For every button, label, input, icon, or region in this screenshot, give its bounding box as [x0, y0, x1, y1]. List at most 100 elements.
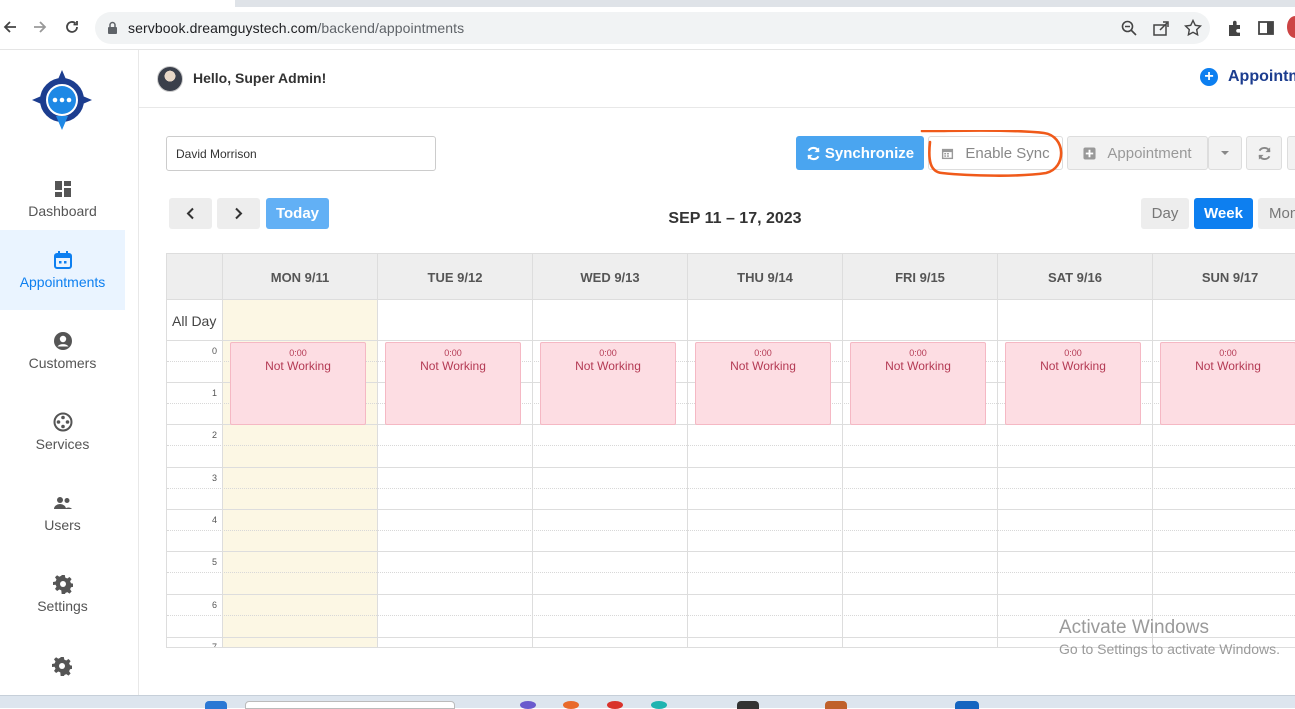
- address-bar[interactable]: servbook.dreamguystech.com/backend/appoi…: [95, 12, 1210, 44]
- tab-strip: [235, 0, 1295, 7]
- gear-icon[interactable]: [52, 656, 72, 676]
- view-week-button[interactable]: Week: [1194, 198, 1253, 229]
- not-working-event[interactable]: 0:00 Not Working: [540, 342, 676, 425]
- previous-week-button[interactable]: [169, 198, 212, 229]
- not-working-event[interactable]: 0:00 Not Working: [1005, 342, 1141, 425]
- side-panel-icon[interactable]: [1257, 19, 1275, 37]
- sidebar-item-customers[interactable]: Customers: [0, 311, 125, 391]
- hour-label: 7: [211, 642, 217, 648]
- calendar-icon: [53, 251, 72, 269]
- week-calendar: MON 9/11 TUE 9/12 WED 9/13 THU 9/14 FRI …: [166, 253, 1295, 648]
- not-working-event[interactable]: 0:00 Not Working: [850, 342, 986, 425]
- day-header[interactable]: MON 9/11: [222, 254, 377, 300]
- plus-circle-icon: +: [1200, 68, 1218, 86]
- avatar[interactable]: [157, 66, 183, 92]
- provider-filter-select[interactable]: David Morrison: [166, 136, 436, 171]
- zoom-icon[interactable]: [1120, 19, 1138, 37]
- new-appointment-link[interactable]: + Appointm: [1200, 68, 1295, 86]
- grid-line: [167, 340, 1295, 341]
- grid-line: [167, 615, 1295, 616]
- forward-arrow-icon[interactable]: [30, 17, 50, 37]
- view-day-button[interactable]: Day: [1141, 198, 1189, 229]
- synchronize-button[interactable]: Synchronize: [796, 136, 924, 170]
- annotation-circle: [920, 130, 1063, 177]
- today-button[interactable]: Today: [266, 198, 329, 229]
- refresh-icon: [1257, 146, 1271, 160]
- app-logo-icon: [32, 70, 92, 130]
- extensions-icon[interactable]: [1226, 19, 1244, 37]
- day-header[interactable]: TUE 9/12: [377, 254, 532, 300]
- day-header[interactable]: THU 9/14: [687, 254, 842, 300]
- back-arrow-icon[interactable]: [0, 17, 20, 37]
- hour-label: 3: [211, 473, 217, 483]
- hour-label: 6: [211, 600, 217, 610]
- appointment-dropdown-button[interactable]: [1208, 136, 1242, 170]
- sidebar-item-dashboard[interactable]: Dashboard: [0, 159, 125, 239]
- hour-label: 5: [211, 557, 217, 567]
- event-label: Not Working: [420, 359, 486, 373]
- sidebar-item-label: Settings: [37, 598, 88, 614]
- not-working-event[interactable]: 0:00 Not Working: [695, 342, 831, 425]
- not-working-event[interactable]: 0:00 Not Working: [230, 342, 366, 425]
- top-header: Hello, Super Admin! + Appointm: [139, 50, 1295, 108]
- reload-icon[interactable]: [62, 17, 82, 37]
- sidebar-item-label: Dashboard: [28, 203, 97, 219]
- not-working-event[interactable]: 0:00 Not Working: [1160, 342, 1295, 425]
- gear-icon: [52, 575, 73, 594]
- event-time: 0:00: [599, 348, 617, 358]
- refresh-button[interactable]: [1246, 136, 1282, 170]
- sidebar-item-services[interactable]: Services: [0, 392, 125, 472]
- os-taskbar: [0, 695, 1295, 709]
- url-host: servbook.dreamguystech.com: [128, 20, 318, 36]
- dashboard-icon: [54, 181, 71, 197]
- grid-line: [167, 445, 1295, 446]
- day-header[interactable]: WED 9/13: [532, 254, 687, 300]
- watermark-subtitle: Go to Settings to activate Windows.: [1059, 641, 1280, 657]
- grid-line: [377, 300, 378, 647]
- day-header[interactable]: SUN 9/17: [1152, 254, 1295, 300]
- grid-line: [167, 467, 1295, 468]
- event-label: Not Working: [1040, 359, 1106, 373]
- hour-label: 4: [211, 515, 217, 525]
- day-header[interactable]: SAT 9/16: [997, 254, 1152, 300]
- sidebar-item-settings[interactable]: Settings: [0, 554, 125, 634]
- grid-line: [167, 488, 1295, 489]
- sidebar-item-users[interactable]: Users: [0, 473, 125, 553]
- grid-line: [1152, 300, 1153, 647]
- add-appointment-label: Appointment: [1107, 144, 1192, 162]
- add-appointment-button[interactable]: Appointment: [1067, 136, 1208, 170]
- date-range-title: SEP 11 – 17, 2023: [668, 210, 802, 227]
- grid-line: [222, 300, 223, 647]
- more-button[interactable]: [1287, 136, 1295, 170]
- plus-square-icon: [1083, 146, 1096, 160]
- services-icon: [53, 412, 72, 432]
- watermark-title: Activate Windows: [1059, 617, 1209, 638]
- sidebar-item-label: Services: [35, 436, 90, 452]
- next-week-button[interactable]: [217, 198, 260, 229]
- share-icon[interactable]: [1152, 19, 1170, 37]
- chevron-left-icon: [186, 207, 194, 220]
- grid-line: [167, 509, 1295, 510]
- event-label: Not Working: [1195, 359, 1261, 373]
- grid-line: [997, 300, 998, 647]
- view-month-button[interactable]: Mon: [1258, 198, 1295, 229]
- sidebar-item-appointments[interactable]: Appointments: [0, 230, 125, 310]
- event-time: 0:00: [754, 348, 772, 358]
- hour-label: 1: [211, 388, 217, 398]
- event-time: 0:00: [1219, 348, 1237, 358]
- event-label: Not Working: [730, 359, 796, 373]
- event-time: 0:00: [909, 348, 927, 358]
- bookmark-star-icon[interactable]: [1184, 19, 1202, 37]
- profile-avatar-icon[interactable]: [1287, 16, 1295, 38]
- sync-icon: [807, 146, 820, 160]
- sidebar: Dashboard Appointments Customers Service…: [0, 50, 139, 695]
- user-circle-icon: [53, 332, 72, 350]
- hour-label: 0: [211, 346, 217, 356]
- grid-line: [532, 300, 533, 647]
- sidebar-item-label: Users: [44, 517, 81, 533]
- calendar-header-row: MON 9/11 TUE 9/12 WED 9/13 THU 9/14 FRI …: [167, 254, 1295, 300]
- url-path: /backend/appointments: [317, 20, 465, 36]
- new-appointment-label: Appointm: [1228, 68, 1295, 85]
- day-header[interactable]: FRI 9/15: [842, 254, 997, 300]
- not-working-event[interactable]: 0:00 Not Working: [385, 342, 521, 425]
